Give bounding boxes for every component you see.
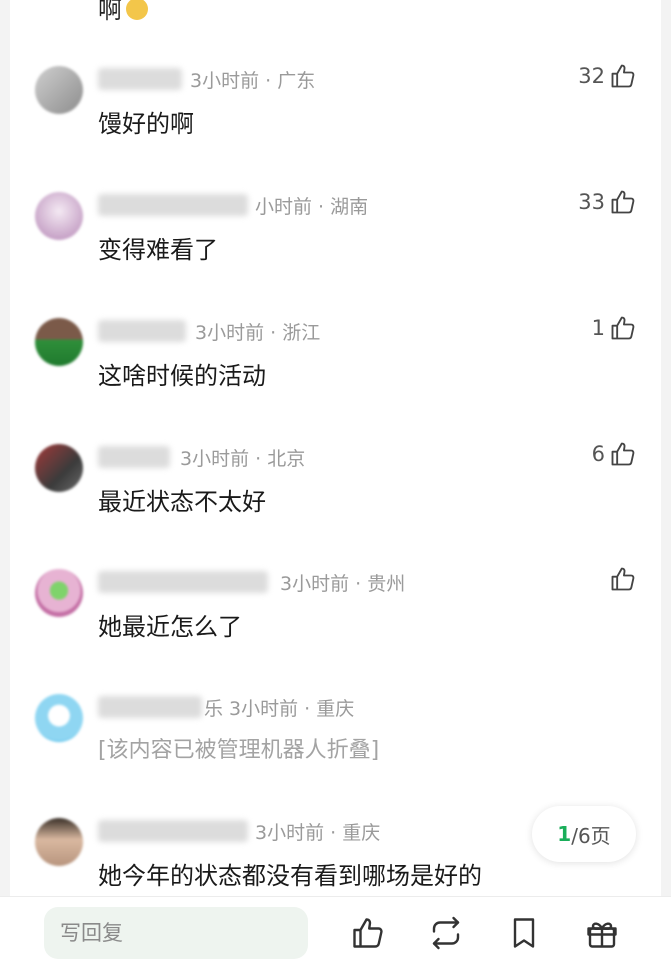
comment-meta: 乐 3小时前 · 重庆 — [204, 698, 355, 720]
username-blurred[interactable] — [98, 696, 202, 718]
bookmark-icon[interactable] — [506, 915, 542, 951]
comment-text: 她最近怎么了 — [98, 613, 242, 641]
like-count: 6 — [591, 442, 605, 466]
gift-icon[interactable] — [584, 915, 620, 951]
smiley-emoji-icon — [126, 0, 148, 20]
comment-text: 最近状态不太好 — [98, 488, 266, 516]
like-button[interactable]: 6 — [592, 440, 637, 468]
avatar[interactable] — [35, 192, 83, 240]
comment-item: 乐 3小时前 · 重庆 [该内容已被管理机器人折叠] — [10, 692, 661, 802]
comment-item: 3小时前 · 贵州 她最近怎么了 — [10, 567, 661, 677]
avatar[interactable] — [35, 444, 83, 492]
avatar[interactable] — [35, 694, 83, 742]
total-pages: /6页 — [571, 823, 611, 848]
reply-input[interactable] — [44, 907, 308, 959]
comment-text: 馒好的啊 — [98, 110, 194, 138]
comment-item: 小时前 · 湖南 变得难看了 33 — [10, 190, 661, 300]
bottom-action-bar — [0, 896, 671, 961]
thumbs-up-icon — [611, 442, 635, 466]
like-count: 1 — [591, 316, 605, 340]
thumbs-up-icon — [611, 190, 635, 214]
avatar[interactable] — [35, 818, 83, 866]
folded-comment-notice[interactable]: [该内容已被管理机器人折叠] — [98, 732, 379, 764]
comment-meta: 3小时前 · 贵州 — [280, 573, 406, 595]
comment-meta: 3小时前 · 北京 — [180, 448, 306, 470]
like-count: 32 — [578, 64, 605, 88]
previous-comment-fragment: 啊 — [98, 0, 148, 25]
fragment-text: 啊 — [98, 0, 122, 24]
like-button[interactable]: 1 — [592, 314, 637, 342]
like-button[interactable]: 33 — [578, 188, 637, 216]
comment-meta: 3小时前 · 广东 — [190, 70, 316, 92]
comment-text: 变得难看了 — [98, 236, 218, 264]
page-indicator[interactable]: 1/6页 — [532, 806, 636, 862]
comment-meta: 3小时前 · 浙江 — [195, 322, 321, 344]
like-button[interactable] — [605, 565, 637, 593]
thumbs-up-icon — [611, 567, 635, 591]
username-blurred[interactable] — [98, 820, 248, 842]
avatar[interactable] — [35, 569, 83, 617]
avatar[interactable] — [35, 66, 83, 114]
thumbs-up-icon — [611, 316, 635, 340]
comment-meta: 3小时前 · 重庆 — [255, 822, 381, 844]
username-blurred[interactable] — [98, 320, 186, 342]
username-blurred[interactable] — [98, 571, 268, 593]
comment-item: 3小时前 · 北京 最近状态不太好 6 — [10, 442, 661, 552]
like-button[interactable]: 32 — [578, 62, 637, 90]
username-blurred[interactable] — [98, 194, 248, 216]
comment-item: 3小时前 · 广东 馒好的啊 32 — [10, 64, 661, 174]
thumbs-up-icon — [611, 64, 635, 88]
like-count: 33 — [578, 190, 605, 214]
comment-meta: 小时前 · 湖南 — [255, 196, 369, 218]
username-blurred[interactable] — [98, 68, 182, 90]
avatar[interactable] — [35, 318, 83, 366]
current-page: 1 — [557, 822, 572, 846]
repost-icon[interactable] — [428, 915, 464, 951]
comment-text: 她今年的状态都没有看到哪场是好的 — [98, 862, 482, 890]
username-blurred[interactable] — [98, 446, 170, 468]
comment-text: 这啥时候的活动 — [98, 362, 266, 390]
comment-item: 3小时前 · 浙江 这啥时候的活动 1 — [10, 316, 661, 426]
thumbs-up-icon[interactable] — [350, 915, 386, 951]
